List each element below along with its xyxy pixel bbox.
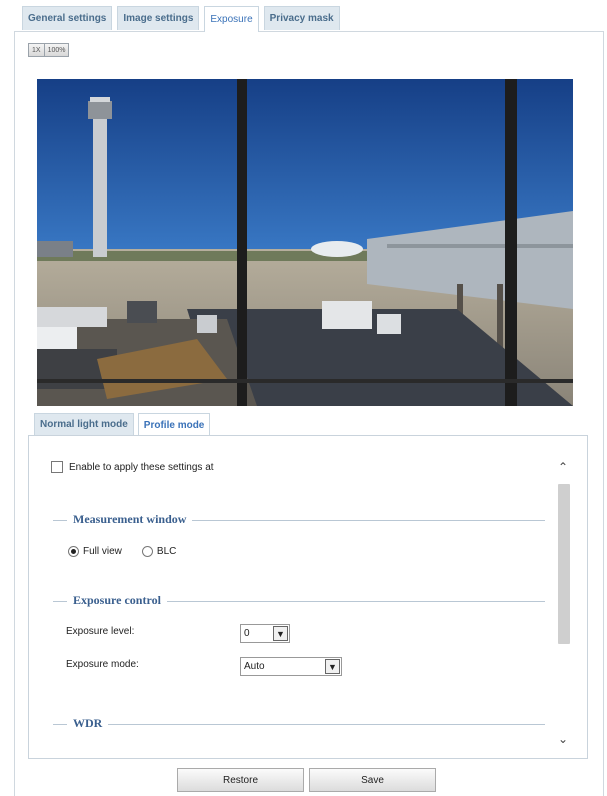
zoom-controls: 1X 100% xyxy=(28,43,70,57)
wdr-section: WDR xyxy=(53,716,545,732)
exposure-mode-value: Auto xyxy=(244,661,265,672)
measurement-options: Full view BLC xyxy=(68,546,176,557)
exposure-level-label: Exposure level: xyxy=(66,626,135,637)
blc-radio[interactable] xyxy=(141,546,153,557)
tab-image-settings[interactable]: Image settings xyxy=(117,6,200,30)
exposure-level-value: 0 xyxy=(244,628,250,639)
tab-general-settings[interactable]: General settings xyxy=(22,6,113,30)
tab-normal-light-mode[interactable]: Normal light mode xyxy=(34,413,134,435)
tab-profile-mode[interactable]: Profile mode xyxy=(137,413,211,437)
chevron-down-icon: ▼ xyxy=(325,659,340,674)
blc-label: BLC xyxy=(156,546,177,557)
chevron-down-icon: ▼ xyxy=(273,626,288,641)
enable-row: Enable to apply these settings at xyxy=(51,461,214,473)
exposure-control-section: Exposure control xyxy=(53,593,545,609)
camera-image xyxy=(37,79,573,406)
restore-button[interactable]: Restore xyxy=(177,768,304,792)
scrollbar-thumb[interactable] xyxy=(558,484,570,644)
exposure-mode-select[interactable]: Auto ▼ xyxy=(240,657,342,676)
chevron-down-icon[interactable]: ⌄ xyxy=(554,730,572,748)
exposure-mode-label: Exposure mode: xyxy=(66,659,139,670)
zoom-100-button[interactable]: 100% xyxy=(44,43,70,57)
full-view-radio[interactable] xyxy=(68,546,79,557)
full-view-label: Full view xyxy=(83,546,122,557)
enable-checkbox[interactable] xyxy=(51,461,63,473)
tab-exposure[interactable]: Exposure xyxy=(204,6,259,32)
top-tab-bar: General settings Image settings Exposure… xyxy=(22,6,345,32)
exposure-control-title: Exposure control xyxy=(67,593,167,608)
zoom-1x-button[interactable]: 1X xyxy=(28,43,45,57)
enable-label: Enable to apply these settings at xyxy=(69,461,214,473)
vertical-scrollbar[interactable]: ⌃ ⌄ xyxy=(554,452,572,746)
chevron-up-icon[interactable]: ⌃ xyxy=(554,458,572,476)
measurement-window-section: Measurement window xyxy=(53,512,545,528)
exposure-level-select[interactable]: 0 ▼ xyxy=(240,624,290,643)
live-video-view[interactable] xyxy=(37,79,573,406)
save-button[interactable]: Save xyxy=(309,768,436,792)
settings-scroll-area[interactable]: Enable to apply these settings at Measur… xyxy=(41,448,571,748)
measurement-window-title: Measurement window xyxy=(67,512,193,527)
tab-privacy-mask[interactable]: Privacy mask xyxy=(263,6,340,30)
wdr-title: WDR xyxy=(67,716,109,731)
mode-tab-bar: Normal light mode Profile mode xyxy=(34,413,214,437)
